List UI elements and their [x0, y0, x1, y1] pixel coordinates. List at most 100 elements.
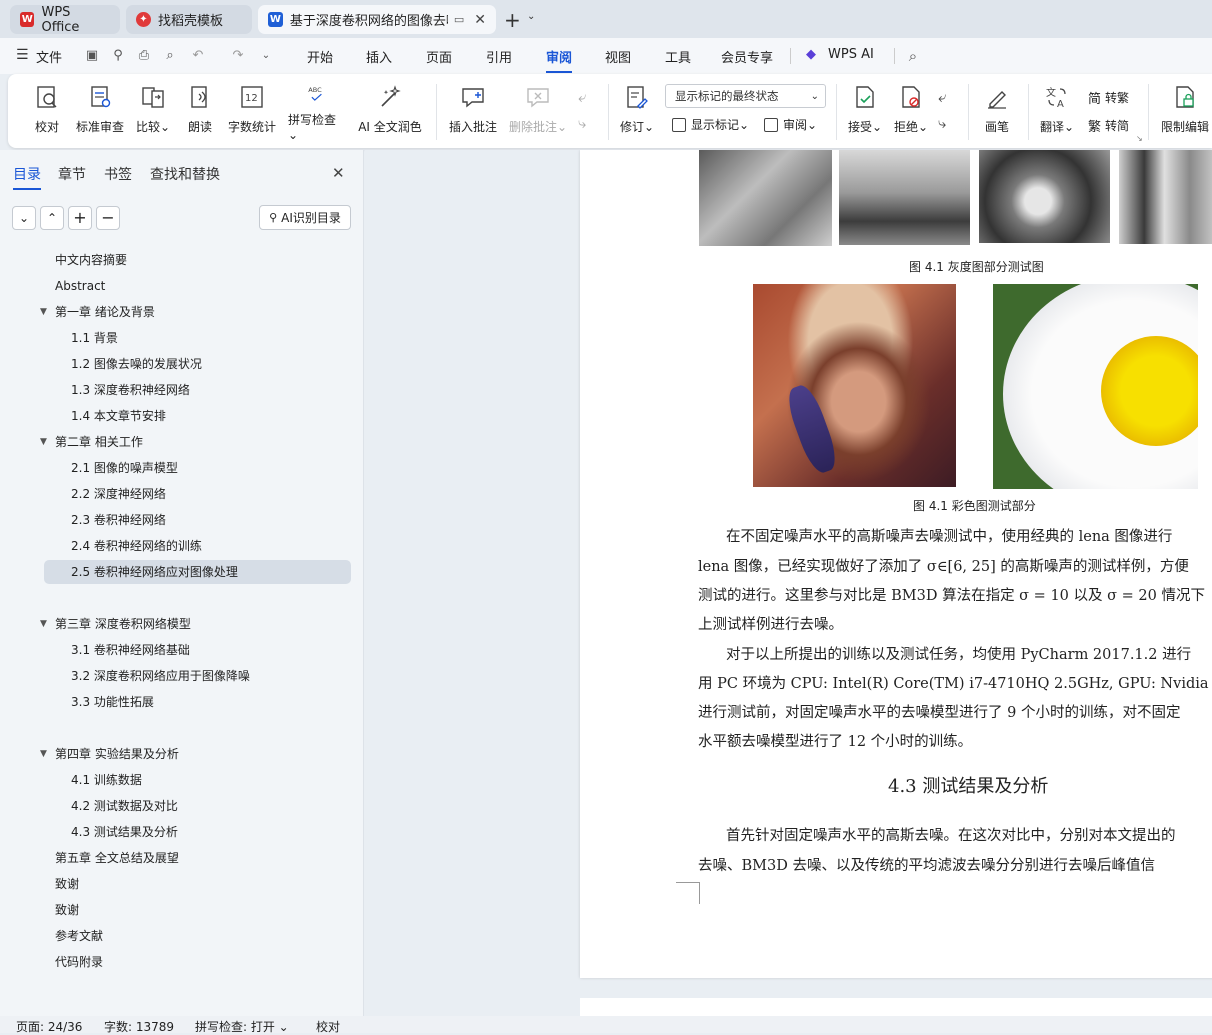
restrict-editing-button[interactable]: 限制编辑 [1158, 80, 1212, 142]
toc-item[interactable]: 1.4 本文章节安排 [0, 404, 364, 428]
menu-insert[interactable]: 插入 [366, 47, 392, 66]
panel-tab-toc[interactable]: 目录 [13, 164, 41, 190]
delete-comment-button[interactable]: 删除批注⌄ [506, 80, 570, 142]
svg-text:ABC: ABC [308, 86, 322, 94]
expand-arrow-icon[interactable]: ▼ [40, 300, 47, 324]
menu-view[interactable]: 视图 [605, 47, 631, 66]
save-icon[interactable]: ▣ [84, 48, 100, 64]
chevron-down-icon[interactable]: ⌄ [527, 11, 535, 22]
new-tab-icon[interactable]: + [504, 8, 521, 32]
close-tab-icon[interactable]: ✕ [474, 12, 486, 28]
reject-button[interactable]: 拒绝⌄ [892, 80, 930, 142]
panel-tab-chapters[interactable]: 章节 [58, 164, 86, 184]
toc-item[interactable]: 4.3 测试结果及分析 [0, 820, 364, 844]
toc-item[interactable]: 3.1 卷积神经网络基础 [0, 638, 364, 662]
toc-item[interactable]: 2.3 卷积神经网络 [0, 508, 364, 532]
toc-item[interactable]: 4.2 测试数据及对比 [0, 794, 364, 818]
simplified-icon: 繁 [1088, 120, 1102, 135]
read-aloud-button[interactable]: 朗读 [186, 80, 214, 142]
ai-polish-button[interactable]: AI 全文润色 [358, 80, 422, 142]
toc-item[interactable]: 2.4 卷积神经网络的训练 [0, 534, 364, 558]
toc-item[interactable]: 致谢 [0, 898, 364, 922]
proofread-button[interactable]: 校对 [32, 80, 62, 142]
word-count-indicator[interactable]: 字数: 13789 [104, 1018, 174, 1035]
expand-arrow-icon[interactable]: ▼ [40, 430, 47, 454]
expand-arrow-icon[interactable]: ▼ [40, 612, 47, 636]
word-count-button[interactable]: 12 字数统计 [226, 80, 278, 142]
toc-item[interactable]: 参考文献 [0, 924, 364, 948]
tab-document[interactable]: W 基于深度卷积网络的图像去噪 ▭ ✕ [258, 5, 496, 34]
spell-check-button[interactable]: ABC 拼写检查⌄ [288, 80, 346, 142]
menu-file[interactable]: 文件 [36, 47, 62, 66]
toc-item[interactable]: 2.5 卷积神经网络应对图像处理 [0, 560, 364, 584]
toc-item[interactable]: ▼ 第三章 深度卷积网络模型 [0, 612, 364, 636]
expand-corner-icon[interactable]: ↘ [1136, 134, 1143, 143]
toc-item[interactable]: ▼ 第四章 实验结果及分析 [0, 742, 364, 766]
toc-item[interactable]: 中文内容摘要 [0, 248, 364, 272]
print-preview-icon[interactable]: ⌕ [162, 48, 178, 64]
redo-icon[interactable]: ↷ [230, 48, 246, 64]
track-changes-button[interactable]: 修订⌄ [618, 80, 656, 142]
menu-reference[interactable]: 引用 [486, 47, 512, 66]
toc-item[interactable]: 致谢 [0, 872, 364, 896]
undo-icon[interactable]: ↶ [190, 48, 206, 64]
translate-button[interactable]: 文A 翻译⌄ [1038, 80, 1076, 142]
show-markup-button[interactable]: 显示标记 ⌄ [672, 116, 749, 133]
page-indicator[interactable]: 页面: 24/36 [16, 1018, 82, 1035]
toc-item[interactable]: 第五章 全文总结及展望 [0, 846, 364, 870]
next-change-icon[interactable]: ⤷ [938, 114, 946, 132]
prev-change-icon[interactable]: ⤶ [938, 88, 946, 106]
pen-button[interactable]: 画笔 [982, 80, 1012, 142]
insert-comment-button[interactable]: 插入批注 [446, 80, 500, 142]
menu-page[interactable]: 页面 [426, 47, 452, 66]
menu-review[interactable]: 审阅 [546, 47, 573, 73]
menu-member[interactable]: 会员专享 [721, 47, 773, 66]
menu-tools[interactable]: 工具 [665, 47, 691, 66]
toc-item[interactable]: 4.1 训练数据 [0, 768, 364, 792]
markup-display-select[interactable]: 显示标记的最终状态 ⌄ [665, 84, 826, 108]
next-comment-icon[interactable]: ⤷ [578, 114, 586, 132]
add-heading-icon[interactable]: + [68, 206, 92, 230]
prev-comment-icon[interactable]: ⤶ [578, 88, 586, 106]
spell-check-status[interactable]: 拼写检查: 打开 ⌄ [195, 1018, 289, 1035]
search-icon[interactable]: ⌕ [905, 48, 921, 64]
toc-item[interactable]: 2.1 图像的噪声模型 [0, 456, 364, 480]
close-panel-icon[interactable]: ✕ [332, 164, 345, 182]
toc-item[interactable]: 代码附录 [0, 950, 364, 974]
accept-button[interactable]: 接受⌄ [846, 80, 884, 142]
ai-recognize-toc-button[interactable]: ⚲ AI识别目录 [259, 205, 351, 230]
collapse-down-icon[interactable]: ⌄ [12, 206, 36, 230]
hamburger-icon[interactable]: ☰ [16, 47, 29, 63]
toc-item[interactable]: 2.2 深度神经网络 [0, 482, 364, 506]
review-pane-button[interactable]: 审阅 ⌄ [764, 116, 817, 133]
more-chevron-icon[interactable]: ⌄ [258, 48, 274, 64]
toc-item-label: 第一章 绪论及背景 [55, 305, 155, 319]
toc-item[interactable]: 1.3 深度卷积神经网络 [0, 378, 364, 402]
link-icon[interactable]: ⚲ [110, 48, 126, 64]
tab-docer[interactable]: ✦ 找稻壳模板 [126, 5, 252, 34]
remove-heading-icon[interactable]: − [96, 206, 120, 230]
toc-item[interactable]: ▼ 第二章 相关工作 [0, 430, 364, 454]
toc-item[interactable]: 3.3 功能性拓展 [0, 690, 364, 714]
document-page[interactable]: 图 4.1 灰度图部分测试图 图 4.1 彩色图测试部分 在不固定噪声水平的高斯… [580, 150, 1212, 978]
toc-item[interactable]: 1.1 背景 [0, 326, 364, 350]
toc-item[interactable]: 1.2 图像去噪的发展状况 [0, 352, 364, 376]
menu-wps-ai[interactable]: WPS AI [828, 47, 874, 62]
standard-review-button[interactable]: 标准审查 [74, 80, 126, 142]
to-simplified-button[interactable]: 繁转简 [1088, 116, 1129, 135]
panel-tab-bookmarks[interactable]: 书签 [104, 164, 132, 184]
toc-item[interactable]: ▼ 第一章 绪论及背景 [0, 300, 364, 324]
to-traditional-button[interactable]: 简转繁 [1088, 88, 1129, 107]
proofread-status[interactable]: 校对 [316, 1018, 340, 1035]
expand-arrow-icon[interactable]: ▼ [40, 742, 47, 766]
monitor-icon[interactable]: ▭ [454, 13, 464, 26]
tab-wps-office[interactable]: W WPS Office [10, 5, 120, 35]
compare-button[interactable]: 比较⌄ [134, 80, 172, 142]
menu-start[interactable]: 开始 [307, 47, 333, 66]
toc-item[interactable]: Abstract [0, 274, 364, 298]
toc-item[interactable]: 3.2 深度卷积网络应用于图像降噪 [0, 664, 364, 688]
panel-tab-find-replace[interactable]: 查找和替换 [150, 164, 220, 184]
print-icon[interactable]: ⎙ [136, 48, 152, 64]
next-page[interactable] [580, 998, 1212, 1016]
collapse-up-icon[interactable]: ⌃ [40, 206, 64, 230]
